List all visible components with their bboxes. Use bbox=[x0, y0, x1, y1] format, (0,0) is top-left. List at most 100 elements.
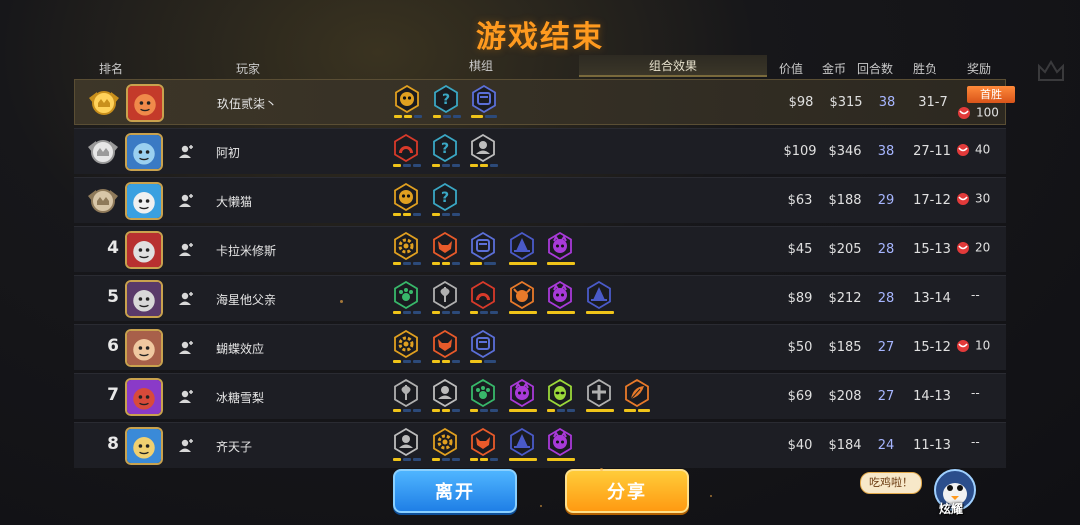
tab-pieces[interactable]: 棋组 bbox=[383, 55, 579, 77]
candy-icon bbox=[954, 190, 972, 208]
header-player: 玩家 bbox=[236, 62, 261, 76]
demon-synergy-icon[interactable] bbox=[547, 280, 575, 317]
question-synergy-icon[interactable]: ? bbox=[431, 133, 460, 170]
rank-number: 8 bbox=[107, 434, 119, 454]
show-off-label[interactable]: 炫耀 bbox=[939, 500, 963, 517]
horned-synergy-icon[interactable] bbox=[470, 427, 498, 464]
player-name: 大懒猫 bbox=[216, 195, 253, 209]
player-gold: $315 bbox=[829, 95, 863, 110]
player-win-loss: 15-12 bbox=[913, 340, 951, 355]
question-synergy-icon[interactable]: ? bbox=[432, 84, 461, 121]
player-win-loss: 27-11 bbox=[913, 144, 951, 159]
candy-icon bbox=[955, 104, 973, 122]
player-name: 蝴蝶效应 bbox=[216, 342, 265, 356]
avatar[interactable] bbox=[125, 427, 163, 465]
head-synergy-icon[interactable] bbox=[394, 84, 422, 121]
candy-icon bbox=[954, 337, 972, 355]
avatar[interactable] bbox=[125, 133, 163, 171]
demon-synergy-icon[interactable] bbox=[547, 427, 575, 464]
reward-amount: 40 bbox=[954, 141, 990, 159]
demon-synergy-icon[interactable] bbox=[508, 378, 537, 415]
gold-medal-icon bbox=[87, 88, 121, 118]
axe-synergy-icon[interactable] bbox=[431, 280, 460, 317]
horned-synergy-icon[interactable] bbox=[431, 329, 460, 366]
mech-synergy-icon[interactable] bbox=[470, 231, 496, 268]
head-synergy-icon[interactable] bbox=[393, 182, 421, 219]
gear-synergy-icon[interactable] bbox=[393, 231, 421, 268]
reward-amount: 10 bbox=[954, 337, 990, 355]
player-rounds: 27 bbox=[877, 340, 895, 355]
add-friend-icon[interactable] bbox=[178, 291, 194, 307]
arch-synergy-icon[interactable] bbox=[470, 280, 498, 317]
horned-synergy-icon[interactable] bbox=[431, 231, 460, 268]
add-friend-icon[interactable] bbox=[178, 438, 194, 454]
reward-amount: -- bbox=[971, 435, 980, 449]
person-synergy-icon[interactable] bbox=[393, 427, 421, 464]
question-synergy-icon[interactable]: ? bbox=[431, 182, 460, 219]
player-value: $109 bbox=[783, 144, 817, 159]
player-rounds: 28 bbox=[877, 242, 895, 257]
player-win-loss: 17-12 bbox=[913, 193, 951, 208]
tab-synergy[interactable]: 组合效果 bbox=[579, 55, 767, 77]
player-win-loss: 15-13 bbox=[913, 242, 951, 257]
crown-icon bbox=[1038, 60, 1064, 81]
player-value: $63 bbox=[787, 193, 813, 208]
person-synergy-icon[interactable] bbox=[470, 133, 498, 170]
rank-number: 7 bbox=[107, 385, 119, 405]
reward-amount: 100 bbox=[955, 104, 999, 122]
paw-synergy-icon[interactable] bbox=[393, 280, 421, 317]
axe-synergy-icon[interactable] bbox=[393, 378, 421, 415]
table-row: 6 蝴蝶效应 $50 $185 27 15-12 10 bbox=[74, 324, 1006, 370]
svg-text:?: ? bbox=[440, 190, 448, 206]
avatar[interactable] bbox=[125, 329, 163, 367]
add-friend-icon[interactable] bbox=[178, 193, 194, 209]
mech-synergy-icon[interactable] bbox=[470, 329, 496, 366]
paw-synergy-icon[interactable] bbox=[470, 378, 498, 415]
avatar[interactable] bbox=[125, 280, 163, 318]
add-friend-icon[interactable] bbox=[178, 242, 194, 258]
gear-synergy-icon[interactable] bbox=[431, 427, 460, 464]
player-value: $98 bbox=[788, 95, 814, 110]
header-gold: 金币 bbox=[822, 62, 847, 76]
avatar[interactable] bbox=[125, 182, 163, 220]
wizard-hat-synergy-icon[interactable] bbox=[585, 280, 614, 317]
add-friend-icon[interactable] bbox=[178, 389, 194, 405]
header-rounds: 回合数 bbox=[857, 62, 894, 76]
reward-amount: -- bbox=[971, 288, 980, 302]
bull-synergy-icon[interactable] bbox=[508, 280, 537, 317]
player-gold: $188 bbox=[828, 193, 862, 208]
add-friend-icon[interactable] bbox=[178, 144, 194, 160]
wizard-hat-synergy-icon[interactable] bbox=[508, 231, 537, 268]
avatar[interactable] bbox=[125, 378, 163, 416]
add-friend-icon[interactable] bbox=[178, 340, 194, 356]
player-name: 冰糖雪梨 bbox=[216, 391, 265, 405]
player-rounds: 24 bbox=[877, 438, 895, 453]
arch-synergy-icon[interactable] bbox=[393, 133, 421, 170]
reward-amount: -- bbox=[971, 386, 980, 400]
avatar[interactable] bbox=[126, 84, 164, 122]
player-value: $89 bbox=[787, 291, 813, 306]
player-value: $45 bbox=[787, 242, 813, 257]
first-win-badge: 首胜 bbox=[967, 86, 1015, 103]
gear-synergy-icon[interactable] bbox=[393, 329, 421, 366]
cross-synergy-icon[interactable] bbox=[585, 378, 614, 415]
mech-synergy-icon[interactable] bbox=[471, 84, 497, 121]
leave-button[interactable]: 离开 bbox=[393, 469, 517, 513]
table-row: 4 卡拉米修斯 $45 $205 28 15-13 20 bbox=[74, 226, 1006, 272]
player-value: $69 bbox=[787, 389, 813, 404]
person-synergy-icon[interactable] bbox=[431, 378, 460, 415]
player-gold: $185 bbox=[828, 340, 862, 355]
share-button[interactable]: 分享 bbox=[565, 469, 689, 513]
page-title: 游戏结束 bbox=[476, 20, 604, 55]
feather-synergy-icon[interactable] bbox=[624, 378, 650, 415]
speech-bubble: 吃鸡啦！ bbox=[860, 472, 922, 494]
table-row: 玖伍贰柒丶 ? $98 $315 38 31-7 首胜 100 bbox=[74, 79, 1015, 125]
alien-synergy-icon[interactable] bbox=[547, 378, 575, 415]
table-row: 8 齐天子 $40 $184 24 11-13 -- bbox=[74, 422, 1006, 468]
player-name: 卡拉米修斯 bbox=[216, 244, 277, 258]
avatar[interactable] bbox=[125, 231, 163, 269]
wizard-hat-synergy-icon[interactable] bbox=[508, 427, 537, 464]
player-rounds: 38 bbox=[878, 95, 896, 110]
player-rounds: 29 bbox=[877, 193, 895, 208]
demon-synergy-icon[interactable] bbox=[547, 231, 575, 268]
